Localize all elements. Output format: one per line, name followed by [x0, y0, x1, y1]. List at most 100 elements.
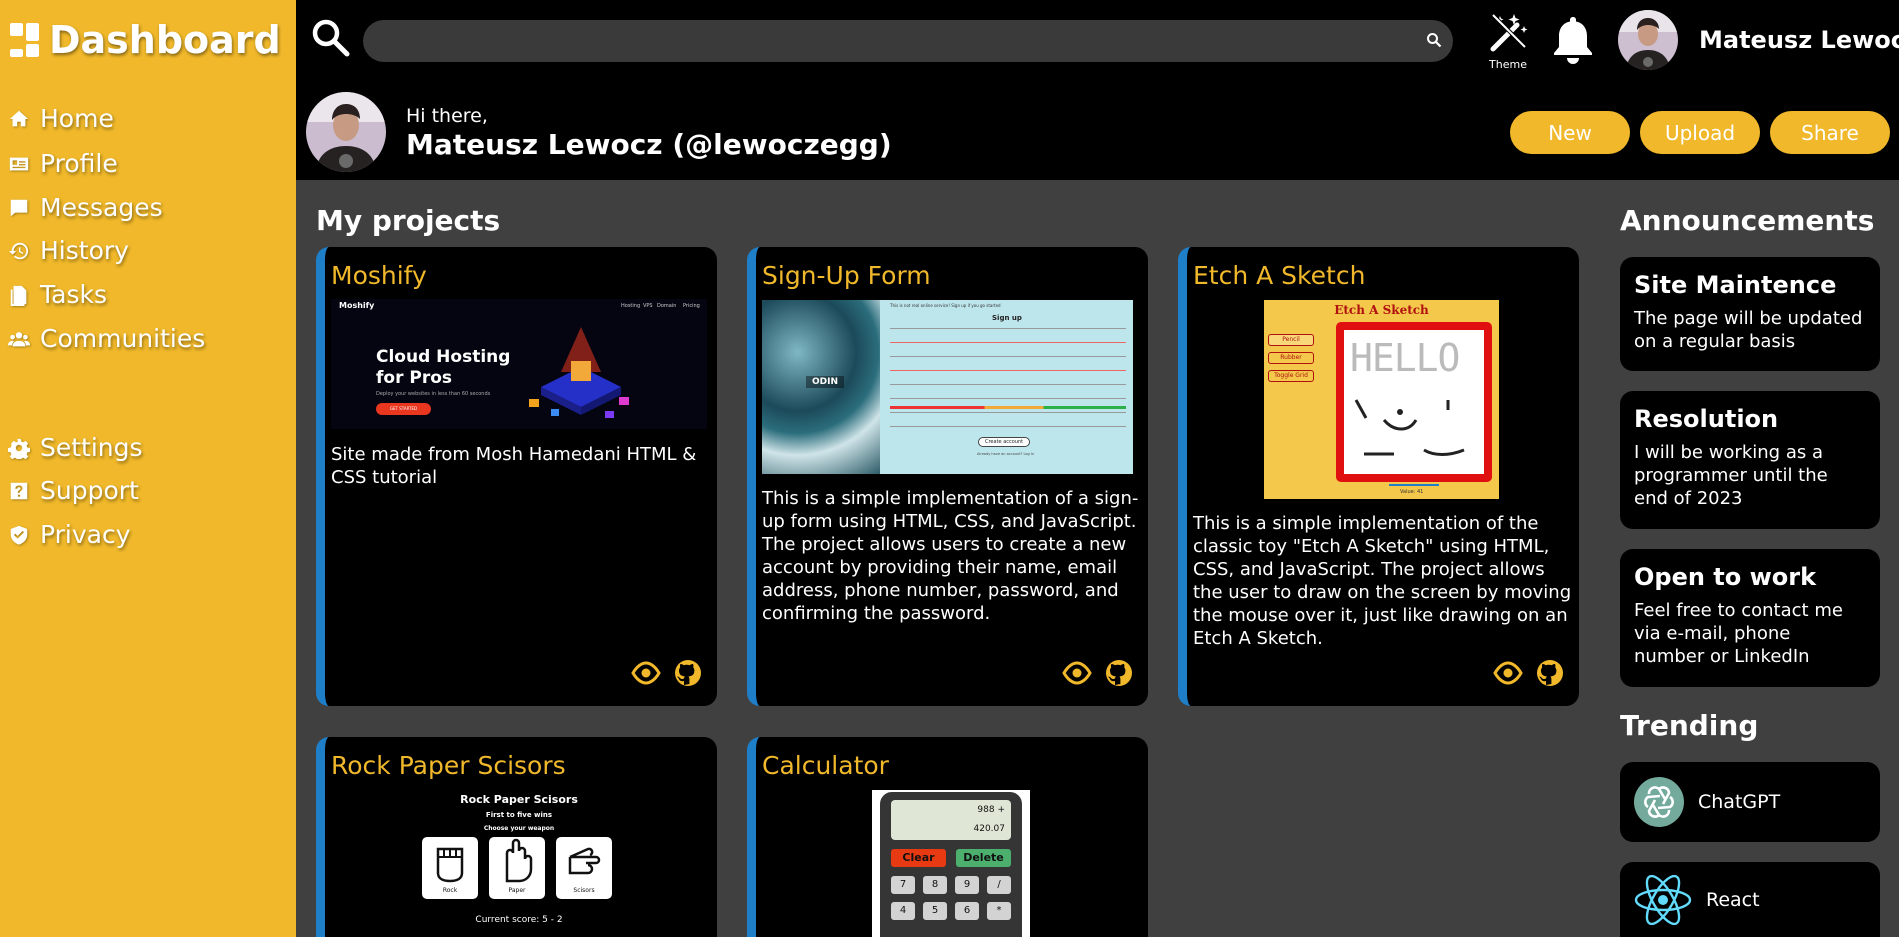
- sidebar-item-label: Support: [40, 476, 139, 505]
- size-slider: [1389, 484, 1439, 486]
- project-card-etch: Etch A Sketch Etch A Sketch Pencil Rubbe…: [1178, 247, 1579, 706]
- project-card-rps: Rock Paper Scisors Rock Paper Scisors Fi…: [316, 737, 717, 937]
- thumb-btn: Create account: [978, 437, 1031, 447]
- project-screenshot: Rock Paper Scisors First to five wins Ch…: [331, 793, 716, 937]
- calc-key: *: [987, 902, 1011, 920]
- brand-title: Dashboard: [49, 18, 281, 62]
- avatar[interactable]: [1618, 10, 1678, 70]
- option-label: Paper: [508, 887, 526, 894]
- question-icon: [10, 482, 28, 499]
- thumb-nav-item: VPS: [643, 303, 653, 309]
- projects-heading: My projects: [316, 204, 501, 237]
- announcement-card: Site Maintence The page will be updated …: [1620, 257, 1880, 371]
- sidebar-item-settings[interactable]: Settings: [8, 433, 143, 462]
- calc-result: 420.07: [973, 824, 1006, 834]
- announcement-card: Open to work Feel free to contact me via…: [1620, 549, 1880, 687]
- upload-button[interactable]: Upload: [1640, 111, 1760, 154]
- calc-key: 7: [891, 876, 915, 894]
- sidebar-item-history[interactable]: History: [8, 236, 129, 265]
- project-title[interactable]: Moshify: [331, 261, 427, 290]
- announcement-card: Resolution I will be working as a progra…: [1620, 391, 1880, 529]
- eye-icon[interactable]: [1493, 658, 1523, 688]
- header: Theme Mateusz Lewocz Hi there, Mateusz L…: [296, 0, 1899, 180]
- home-icon: [9, 110, 29, 126]
- history-icon: [8, 242, 29, 259]
- calc-key: 8: [923, 876, 947, 894]
- calc-key: 9: [955, 876, 979, 894]
- announcement-title: Site Maintence: [1634, 271, 1837, 299]
- calc-delete: Delete: [956, 849, 1011, 867]
- theme-label: Theme: [1489, 58, 1527, 71]
- rock-hand-icon: [436, 847, 464, 883]
- project-description: This is a simple implementation of a sig…: [762, 488, 1139, 624]
- trending-label: React: [1706, 888, 1760, 911]
- search-icon[interactable]: [1426, 32, 1442, 48]
- thumb-heading: Rock Paper Scisors: [460, 793, 578, 806]
- sidebar-item-communities[interactable]: Communities: [8, 324, 205, 353]
- announcement-text: Feel free to contact me via e-mail, phon…: [1634, 600, 1843, 667]
- thumb-headline: for Pros: [376, 368, 453, 388]
- share-button[interactable]: Share: [1770, 111, 1890, 154]
- thumb-cta: GET STARTED: [376, 403, 431, 415]
- project-title[interactable]: Calculator: [762, 751, 889, 780]
- github-icon[interactable]: [673, 658, 703, 688]
- thumb-tool: Pencil: [1268, 334, 1314, 346]
- sidebar-item-privacy[interactable]: Privacy: [8, 520, 131, 549]
- sidebar-item-messages[interactable]: Messages: [8, 193, 163, 222]
- project-title[interactable]: Rock Paper Scisors: [331, 751, 566, 780]
- thumb-logo: ODIN: [806, 376, 845, 388]
- github-icon[interactable]: [1104, 658, 1134, 688]
- sketch-drawing: HELLO: [1350, 336, 1460, 380]
- search-icon[interactable]: [311, 18, 351, 58]
- github-icon[interactable]: [1535, 658, 1565, 688]
- trending-item-react[interactable]: React: [1620, 862, 1880, 937]
- thumb-score: Current score: 5 - 2: [475, 915, 563, 925]
- thumb-form-lines: [890, 328, 1126, 329]
- shield-icon: [10, 525, 28, 545]
- project-screenshot: Moshify Hosting VPS Domain Pricing Cloud…: [331, 299, 707, 429]
- user-name[interactable]: Mateusz Lewocz: [1699, 26, 1899, 54]
- thumb-strength-bar: [890, 406, 1126, 409]
- project-screenshot: ODIN This is not real online service! Si…: [762, 300, 1133, 474]
- bell-icon[interactable]: [1548, 14, 1598, 66]
- project-title[interactable]: Etch A Sketch: [1193, 261, 1365, 290]
- option-label: Rock: [442, 887, 458, 894]
- announcement-title: Open to work: [1634, 563, 1817, 591]
- sketch-doodle: [1354, 399, 1465, 456]
- gear-icon: [8, 438, 30, 459]
- sidebar-item-profile[interactable]: Profile: [8, 149, 118, 178]
- trending-heading: Trending: [1620, 709, 1759, 742]
- thumb-heading: Sign up: [992, 314, 1022, 322]
- dashboard-logo-icon: [10, 23, 39, 57]
- search-input[interactable]: [363, 20, 1453, 62]
- calc-body: 988 + 420.07 Clear Delete 7 8 9 / 4 5 6 …: [880, 792, 1022, 937]
- server-illustration: [529, 327, 629, 418]
- paper-option: Paper: [489, 837, 545, 899]
- sidebar-item-tasks[interactable]: Tasks: [8, 280, 107, 309]
- project-screenshot: Etch A Sketch Pencil Rubber Toggle Grid …: [1264, 300, 1499, 499]
- scissors-option: Scisors: [556, 837, 612, 899]
- announcement-text: The page will be updated on a regular ba…: [1634, 308, 1863, 352]
- trending-item-chatgpt[interactable]: ChatGPT: [1620, 762, 1880, 842]
- project-title[interactable]: Sign-Up Form: [762, 261, 931, 290]
- calc-key: 6: [955, 902, 979, 920]
- eye-icon[interactable]: [1062, 658, 1092, 688]
- thumb-foot: Already have an account? Log In: [977, 452, 1035, 456]
- id-card-icon: [9, 157, 29, 170]
- sidebar-item-support[interactable]: Support: [8, 476, 139, 505]
- brand[interactable]: Dashboard: [10, 18, 281, 62]
- sidebar-item-home[interactable]: Home: [8, 104, 114, 133]
- new-button[interactable]: New: [1510, 111, 1630, 154]
- eye-icon[interactable]: [631, 658, 661, 688]
- thumb-nav-item: Domain: [657, 303, 677, 309]
- option-label: Scisors: [573, 887, 595, 894]
- project-card-moshify: Moshify Moshify Hosting VPS Domain Prici…: [316, 247, 717, 706]
- theme-toggle-button[interactable]: Theme: [1476, 8, 1540, 78]
- announcement-text: I will be working as a programmer until …: [1634, 442, 1828, 509]
- paper-hand-icon: [505, 838, 533, 883]
- sidebar-item-label: Messages: [40, 193, 163, 222]
- sidebar: Dashboard Home Profile Messages History …: [0, 0, 296, 937]
- users-icon: [8, 331, 30, 346]
- project-card-signup: Sign-Up Form ODIN This is not real onlin…: [747, 247, 1148, 706]
- scissors-hand-icon: [568, 847, 601, 875]
